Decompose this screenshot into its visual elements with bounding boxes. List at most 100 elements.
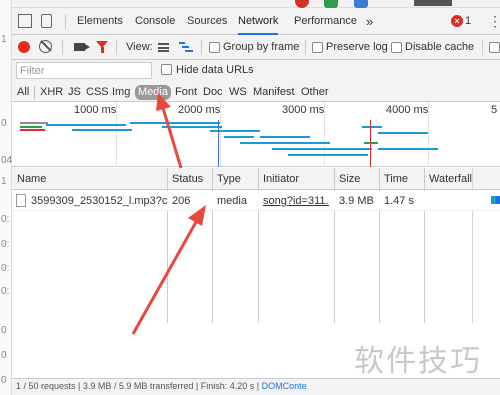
type-filter-other[interactable]: Other: [299, 85, 331, 100]
more-tabs-button[interactable]: »: [366, 8, 373, 35]
type-filter-xhr[interactable]: XHR: [38, 85, 65, 100]
load-event-marker: [370, 120, 371, 167]
tab-sources[interactable]: Sources: [187, 8, 227, 35]
file-icon: [16, 194, 26, 207]
waterfall-overview-icon[interactable]: [179, 42, 193, 53]
preserve-log-label[interactable]: Preserve log: [326, 35, 388, 60]
column-header-name[interactable]: Name: [12, 168, 167, 190]
watermark: 软件技巧: [354, 344, 482, 379]
overview-request-bar: [364, 142, 378, 144]
request-time: 1.47 s: [384, 195, 414, 207]
column-header-waterfall[interactable]: Waterfall: [424, 168, 500, 190]
filter-bar: Hide data URLs: [12, 60, 500, 84]
edge-number: 0: [1, 325, 7, 336]
edge-number: 0: [1, 375, 7, 386]
browser-top-strip: [12, 0, 500, 8]
clear-icon[interactable]: [39, 40, 52, 53]
overview-request-bar: [224, 136, 254, 138]
device-toolbar-icon[interactable]: [41, 14, 52, 28]
edge-number: 04: [1, 155, 13, 166]
devtools-tab-bar: Elements Console Sources Network Perform…: [12, 8, 500, 35]
overview-request-bar: [162, 126, 222, 128]
hide-data-urls-label[interactable]: Hide data URLs: [176, 60, 254, 80]
type-filter-js[interactable]: JS: [66, 85, 83, 100]
tab-performance[interactable]: Performance: [294, 8, 357, 35]
overview-request-bar: [362, 126, 382, 128]
request-initiator-link[interactable]: song?id=311...: [263, 191, 329, 211]
extension-icon[interactable]: [354, 0, 368, 8]
resource-type-filter: All XHR JS CSS Img Media Font Doc WS Man…: [12, 82, 500, 102]
overview-request-bar: [46, 124, 126, 126]
offline-checkbox[interactable]: [489, 42, 500, 53]
edge-number: 0:: [1, 239, 10, 250]
edge-number: 0: [1, 118, 7, 129]
request-size: 3.9 MB: [339, 195, 374, 207]
extension-icon[interactable]: [324, 0, 338, 8]
column-header-initiator[interactable]: Initiator: [258, 168, 334, 190]
preserve-log-checkbox[interactable]: [312, 42, 323, 53]
view-label: View:: [126, 41, 153, 53]
column-header-status[interactable]: Status: [167, 168, 212, 190]
dom-content-loaded-time: DOMConte: [261, 381, 307, 391]
type-filter-font[interactable]: Font: [173, 85, 199, 100]
overview-tick: 1000 ms: [74, 104, 117, 116]
large-rows-icon[interactable]: [158, 43, 169, 52]
type-separator: [34, 86, 35, 99]
type-filter-img[interactable]: Img: [110, 85, 132, 100]
edge-number: 0:: [1, 214, 10, 225]
toolbar-separator: [482, 40, 483, 55]
network-status-bar: 1 / 50 requests | 3.9 MB / 5.9 MB transf…: [12, 378, 500, 395]
record-icon[interactable]: [18, 41, 30, 53]
toolbar-separator: [305, 40, 306, 55]
type-filter-media[interactable]: Media: [135, 85, 171, 100]
overview-request-bar: [130, 122, 220, 124]
tab-separator: [65, 14, 66, 29]
column-header-size[interactable]: Size: [334, 168, 379, 190]
column-header-type[interactable]: Type: [212, 168, 258, 190]
type-filter-all[interactable]: All: [15, 85, 31, 100]
tab-network[interactable]: Network: [238, 8, 279, 35]
inspect-element-icon[interactable]: [18, 14, 32, 28]
edge-number: 1: [1, 176, 7, 187]
hide-data-urls-checkbox[interactable]: [161, 64, 172, 75]
overview-request-bar: [260, 136, 310, 138]
type-filter-doc[interactable]: Doc: [201, 85, 225, 100]
type-filter-ws[interactable]: WS: [227, 85, 249, 100]
overview-request-bar: [378, 148, 438, 150]
overview-request-bar: [240, 142, 330, 144]
toolbar-separator: [201, 40, 202, 55]
network-toolbar: View: Group by frame Preserve log Disabl…: [12, 35, 500, 60]
edge-number: 0:: [1, 263, 10, 274]
overview-request-bar: [288, 154, 368, 156]
disable-cache-checkbox[interactable]: [391, 42, 402, 53]
request-status: 206: [172, 195, 191, 207]
waterfall-bar-download: [496, 196, 500, 204]
tab-elements[interactable]: Elements: [77, 8, 123, 35]
filter-icon[interactable]: [96, 41, 108, 53]
type-filter-manifest[interactable]: Manifest: [251, 85, 297, 100]
network-overview[interactable]: 1000 ms 2000 ms 3000 ms 4000 ms 5: [12, 102, 500, 167]
column-header-time[interactable]: Time: [379, 168, 424, 190]
overview-request-bar: [20, 126, 42, 128]
error-count[interactable]: 1: [465, 8, 471, 35]
disable-cache-label[interactable]: Disable cache: [405, 35, 474, 60]
edge-number: 1: [1, 34, 7, 45]
type-filter-css[interactable]: CSS: [84, 85, 111, 100]
overview-request-bar: [378, 132, 428, 134]
tab-console[interactable]: Console: [135, 8, 175, 35]
edge-number: 0:: [1, 286, 10, 297]
group-by-frame-checkbox[interactable]: [209, 42, 220, 53]
overview-tick: 4000 ms: [386, 104, 429, 116]
toolbar-separator: [116, 40, 117, 55]
capture-screenshots-icon[interactable]: [74, 43, 90, 51]
group-by-frame-label[interactable]: Group by frame: [223, 35, 299, 60]
extension-icon[interactable]: [295, 0, 309, 8]
request-name[interactable]: 3599309_2530152_l.mp3?cc...: [26, 191, 167, 211]
overview-tick: 3000 ms: [282, 104, 325, 116]
filter-input[interactable]: [16, 62, 152, 79]
error-icon[interactable]: ×: [451, 15, 463, 27]
overview-tick: 2000 ms: [178, 104, 221, 116]
toolbar-separator: [62, 40, 63, 55]
overview-tick: 5: [491, 104, 498, 116]
more-options-icon[interactable]: ⋮: [488, 14, 500, 29]
